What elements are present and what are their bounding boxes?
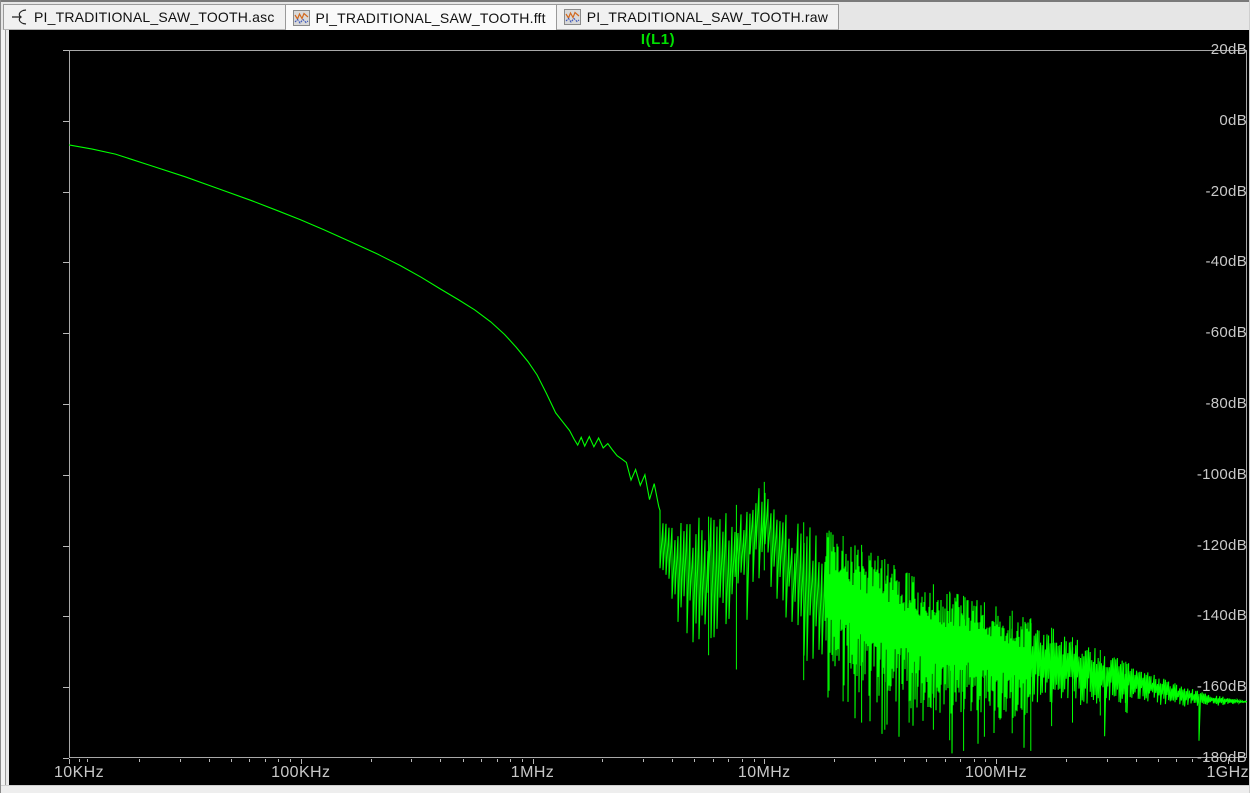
x-axis-tick-label: 1MHz bbox=[510, 764, 555, 781]
x-axis-minor-tick bbox=[728, 759, 730, 762]
x-axis-minor-tick bbox=[87, 759, 89, 762]
x-axis-minor-tick bbox=[643, 759, 645, 762]
x-axis-tick-label: 10KHz bbox=[53, 764, 105, 781]
x-axis-minor-tick bbox=[741, 759, 743, 762]
x-axis-minor-tick bbox=[179, 759, 181, 762]
x-axis-minor-tick bbox=[1157, 759, 1159, 762]
y-axis-tick-label: -80dB bbox=[1205, 395, 1247, 412]
y-axis-tick-label: 20dB bbox=[1210, 41, 1247, 58]
x-axis-minor-tick bbox=[874, 759, 876, 762]
schematic-icon bbox=[12, 9, 27, 25]
x-axis-tick-label: 100MHz bbox=[965, 764, 1027, 781]
y-axis-tick-mark bbox=[63, 474, 69, 476]
tab-label: PI_TRADITIONAL_SAW_TOOTH.fft bbox=[315, 10, 546, 26]
x-axis-minor-tick bbox=[960, 759, 962, 762]
x-axis-minor-tick bbox=[249, 759, 251, 762]
x-axis-minor-tick bbox=[290, 759, 292, 762]
tab-raw-data[interactable]: PI_TRADITIONAL_SAW_TOOTH.raw bbox=[556, 4, 840, 30]
y-axis-tick-mark bbox=[63, 545, 69, 547]
y-axis-tick-label: -140dB bbox=[1196, 607, 1247, 625]
x-axis-minor-tick bbox=[903, 759, 905, 762]
x-axis-minor-tick bbox=[1191, 759, 1193, 762]
x-axis-minor-tick bbox=[1065, 759, 1067, 762]
x-axis-minor-tick bbox=[496, 759, 498, 762]
waveform-plot-pane[interactable]: I(L1) 20dB 0dB -20dB -40dB -60dB -80dB -100dB -… bbox=[9, 30, 1249, 785]
y-axis-tick-label: -40dB bbox=[1205, 253, 1247, 271]
window-left-border bbox=[1, 30, 9, 793]
x-axis-minor-tick bbox=[1205, 759, 1207, 762]
x-axis-minor-tick bbox=[694, 759, 696, 762]
fft-trace-plot[interactable] bbox=[69, 50, 1247, 758]
x-axis-minor-tick bbox=[78, 759, 80, 762]
x-axis-minor-tick bbox=[973, 759, 975, 762]
x-axis-minor-tick bbox=[138, 759, 140, 762]
tab-label: PI_TRADITIONAL_SAW_TOOTH.raw bbox=[586, 9, 829, 25]
x-axis-minor-tick bbox=[462, 759, 464, 762]
x-axis-minor-tick bbox=[1106, 759, 1108, 762]
x-axis-minor-tick bbox=[834, 759, 836, 762]
y-axis-tick-mark bbox=[63, 191, 69, 193]
y-axis-tick-mark bbox=[63, 262, 69, 264]
x-axis-minor-tick bbox=[944, 759, 946, 762]
waveform-icon bbox=[563, 9, 581, 25]
x-axis-minor-tick bbox=[230, 759, 232, 762]
y-axis-tick-label: -120dB bbox=[1196, 536, 1247, 554]
x-axis-minor-tick bbox=[481, 759, 483, 762]
waveform-icon bbox=[292, 10, 310, 26]
x-axis-tick-label: 10MHz bbox=[737, 764, 791, 781]
x-axis-minor-tick bbox=[510, 759, 512, 762]
x-axis-minor-tick bbox=[602, 759, 604, 762]
y-axis-tick-label: -100dB bbox=[1196, 465, 1247, 483]
x-axis-minor-tick bbox=[208, 759, 210, 762]
x-axis-minor-tick bbox=[753, 759, 755, 762]
trace-line-IL1 bbox=[69, 144, 1247, 754]
y-axis-tick-label: -20dB bbox=[1205, 182, 1247, 200]
x-axis-minor-tick bbox=[370, 759, 372, 762]
x-axis-minor-tick bbox=[521, 759, 523, 762]
y-axis-tick-mark bbox=[63, 687, 69, 689]
window-bottom-border bbox=[1, 785, 1249, 793]
y-axis-tick-mark bbox=[63, 404, 69, 405]
trace-name-label[interactable]: I(L1) bbox=[641, 31, 675, 48]
y-axis-tick-label: 0dB bbox=[1219, 111, 1247, 129]
x-axis-minor-tick bbox=[985, 759, 987, 762]
x-axis-minor-tick bbox=[712, 759, 714, 762]
y-axis-tick-mark bbox=[63, 333, 69, 335]
x-axis-minor-tick bbox=[440, 759, 442, 762]
x-axis-minor-tick bbox=[278, 759, 280, 762]
x-axis-minor-tick bbox=[1135, 759, 1137, 762]
y-axis-tick-mark bbox=[63, 50, 69, 51]
y-axis-tick-mark bbox=[63, 616, 69, 618]
x-axis-minor-tick bbox=[1176, 759, 1178, 762]
document-tab-bar: PI_TRADITIONAL_SAW_TOOTH.asc PI_TRADITIO… bbox=[1, 0, 1249, 32]
tab-schematic-asc[interactable]: PI_TRADITIONAL_SAW_TOOTH.asc bbox=[3, 4, 286, 30]
tab-fft-plot[interactable]: PI_TRADITIONAL_SAW_TOOTH.fft bbox=[285, 4, 557, 32]
x-axis-minor-tick bbox=[411, 759, 413, 762]
y-axis-tick-label: -160dB bbox=[1196, 678, 1247, 696]
ltspice-window: PI_TRADITIONAL_SAW_TOOTH.asc PI_TRADITIO… bbox=[0, 0, 1250, 793]
x-axis-minor-tick bbox=[926, 759, 928, 762]
y-axis-tick-label: -60dB bbox=[1205, 324, 1247, 342]
tab-label: PI_TRADITIONAL_SAW_TOOTH.asc bbox=[34, 9, 275, 25]
x-axis-tick-label: 1GHz bbox=[1206, 764, 1249, 781]
x-axis-minor-tick bbox=[264, 759, 266, 762]
x-axis-minor-tick bbox=[672, 759, 674, 762]
x-axis-minor-tick bbox=[1217, 759, 1219, 762]
y-axis-tick-mark bbox=[63, 120, 69, 122]
x-axis-tick-label: 100KHz bbox=[271, 764, 331, 781]
